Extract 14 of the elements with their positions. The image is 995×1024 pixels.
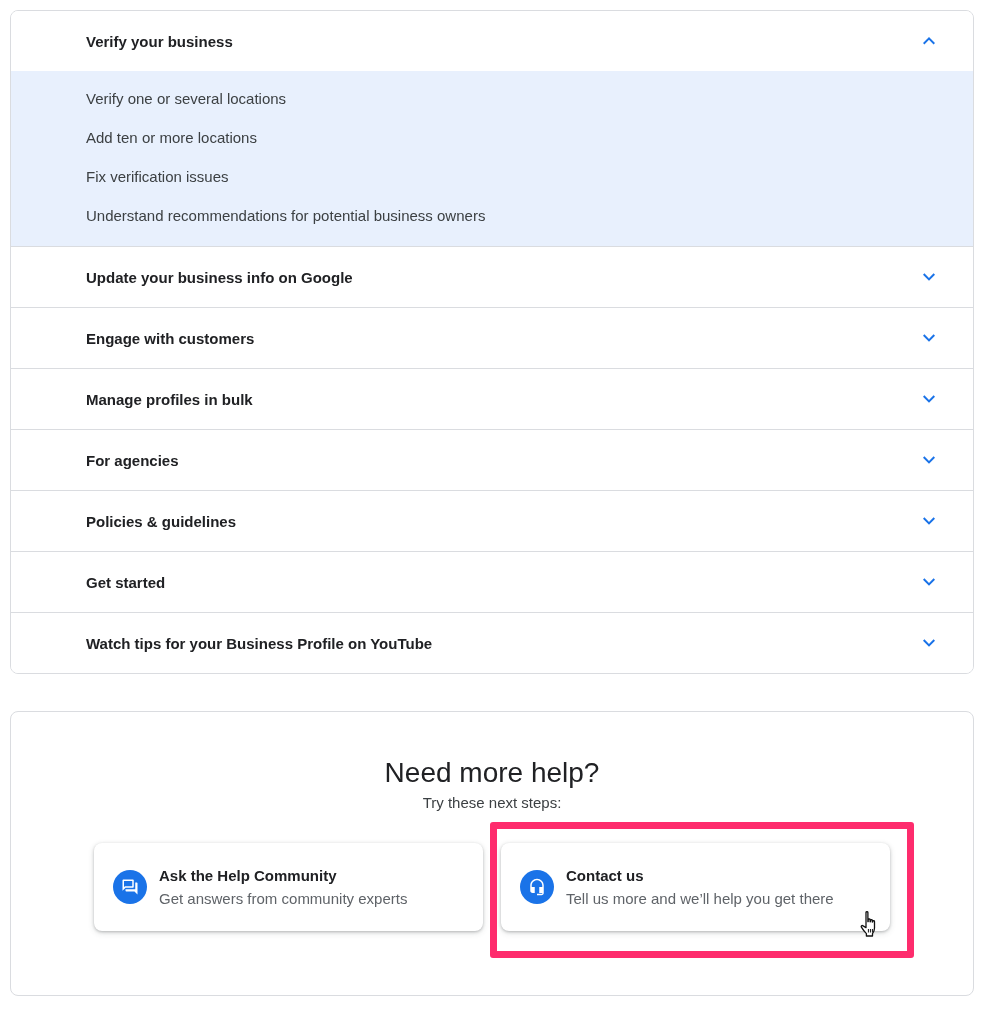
option-title: Ask the Help Community <box>159 866 338 885</box>
topic-link[interactable]: Add ten or more locations <box>86 129 257 147</box>
topic-link[interactable]: Understand recommendations for potential business owners <box>86 207 486 225</box>
option-title: Contact us <box>566 866 645 885</box>
headset-icon <box>520 870 554 904</box>
help-subtitle: Try these next steps: <box>422 794 562 812</box>
topic-link[interactable]: Verify one or several locations <box>86 90 287 108</box>
help-option-card[interactable]: Ask the Help Community Get answers from community experts <box>94 843 483 931</box>
option-description: Tell us more and we’ll help you get there <box>566 889 834 908</box>
topic-link[interactable]: Fix verification issues <box>86 168 229 186</box>
option-description: Get answers from community experts <box>159 889 408 908</box>
help-title: Need more help? <box>384 756 600 790</box>
chat-bubbles-icon <box>113 870 147 904</box>
help-option-card[interactable]: Contact us Tell us more and we’ll help you get there <box>501 843 890 931</box>
